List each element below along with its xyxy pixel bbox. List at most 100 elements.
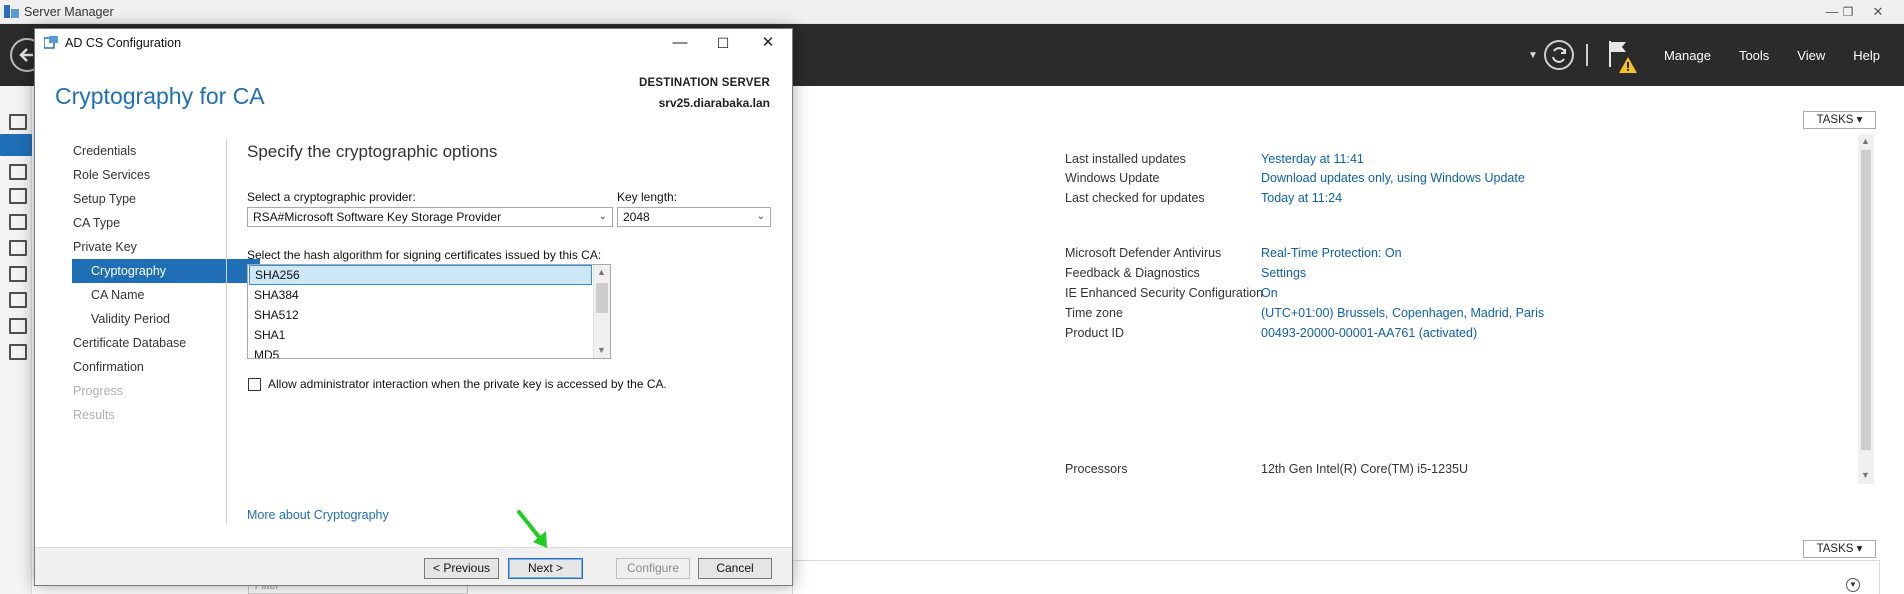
scroll-down-icon[interactable]: ▼: [597, 345, 606, 355]
scroll-up-icon[interactable]: ▲: [597, 267, 606, 277]
tasks-dropdown[interactable]: TASKS ▾: [1803, 111, 1876, 129]
ad-ds-icon[interactable]: [9, 214, 27, 230]
chevron-down-icon: ⌄: [756, 211, 765, 222]
prop-label: Processors: [1065, 462, 1128, 476]
server-manager-title: Server Manager: [24, 5, 114, 19]
prop-label: IE Enhanced Security Configuration: [1065, 286, 1264, 300]
provider-value: RSA#Microsoft Software Key Storage Provi…: [253, 210, 502, 224]
ad-cs-icon[interactable]: [9, 188, 27, 204]
prop-value-link[interactable]: (UTC+01:00) Brussels, Copenhagen, Madrid…: [1261, 306, 1544, 320]
previous-button[interactable]: < Previous: [424, 558, 499, 579]
list-item-sha256[interactable]: SHA256: [249, 265, 592, 285]
key-length-select[interactable]: 2048 ⌄: [617, 207, 771, 227]
nav-item-ca-type[interactable]: CA Type: [72, 211, 260, 235]
scroll-up-icon[interactable]: ▲: [1861, 136, 1870, 146]
nav-item-role-services[interactable]: Role Services: [72, 163, 260, 187]
menu-tools[interactable]: Tools: [1725, 48, 1783, 63]
wsus-icon[interactable]: [9, 318, 27, 334]
list-scrollbar[interactable]: ▲ ▼: [593, 265, 610, 358]
local-server-icon[interactable]: [0, 134, 32, 156]
cancel-button[interactable]: Cancel: [698, 558, 772, 579]
restore-icon[interactable]: ❐: [1838, 3, 1858, 21]
tasks-dropdown-2[interactable]: TASKS ▾: [1803, 540, 1876, 558]
nav-item-progress: Progress: [73, 384, 124, 398]
prop-value-link[interactable]: Real-Time Protection: On: [1261, 246, 1402, 260]
refresh-button[interactable]: [1543, 40, 1574, 70]
prop-label: Feedback & Diagnostics: [1065, 266, 1200, 280]
dialog-titlebar: AD CS Configuration — ☐ ✕: [35, 29, 792, 57]
prop-label: Windows Update: [1065, 171, 1160, 185]
properties-scrollbar[interactable]: ▲ ▼: [1858, 134, 1874, 484]
dialog-title: AD CS Configuration: [65, 36, 182, 50]
dns-icon[interactable]: [9, 240, 27, 256]
close-icon[interactable]: ✕: [758, 33, 778, 53]
prop-value-link[interactable]: Settings: [1261, 266, 1306, 280]
separator: [1585, 44, 1588, 66]
tasks-label: TASKS: [1816, 543, 1854, 555]
scrollbar-thumb[interactable]: [596, 283, 608, 313]
nav-item-setup-type[interactable]: Setup Type: [72, 187, 260, 211]
remote-access-icon[interactable]: [9, 344, 27, 360]
refresh-icon: [1551, 47, 1566, 63]
page-title: Cryptography for CA: [55, 83, 265, 109]
scrollbar-thumb[interactable]: [1861, 150, 1871, 450]
dashboard-icon[interactable]: [9, 114, 27, 130]
scroll-down-icon[interactable]: ▼: [1861, 470, 1870, 480]
list-item-sha1[interactable]: SHA1: [249, 325, 592, 345]
wizard-navigation: Credentials Role Services Setup Type CA …: [72, 139, 260, 427]
more-about-cryptography-link[interactable]: More about Cryptography: [247, 508, 389, 522]
hash-algorithm-label: Select the hash algorithm for signing ce…: [247, 248, 602, 262]
list-item-sha512[interactable]: SHA512: [249, 305, 592, 325]
prop-label: Microsoft Defender Antivirus: [1065, 246, 1222, 260]
chevron-down-icon: ⌄: [598, 211, 607, 222]
nav-item-ca-name[interactable]: CA Name: [72, 283, 260, 307]
close-icon[interactable]: ✕: [1868, 3, 1888, 21]
allow-admin-checkbox[interactable]: [248, 378, 261, 391]
chevron-down-icon[interactable]: ▼: [1524, 50, 1542, 61]
nav-item-credentials[interactable]: Credentials: [72, 139, 260, 163]
minimize-icon[interactable]: —: [670, 33, 690, 53]
nav-divider: [226, 139, 227, 524]
menu-manage[interactable]: Manage: [1650, 48, 1725, 63]
prop-label: Time zone: [1065, 306, 1123, 320]
nav-item-certificate-database[interactable]: Certificate Database: [72, 331, 260, 355]
events-panel: [792, 560, 1880, 594]
prop-value-link[interactable]: Yesterday at 11:41: [1261, 152, 1364, 166]
nav-item-validity-period[interactable]: Validity Period: [72, 307, 260, 331]
menu-view[interactable]: View: [1783, 48, 1839, 63]
nav-item-results: Results: [73, 408, 115, 422]
hash-algorithm-list[interactable]: SHA256 SHA384 SHA512 SHA1 MD5 ▲ ▼: [247, 264, 611, 359]
prop-label: Product ID: [1065, 326, 1125, 340]
destination-server-label: DESTINATION SERVER: [639, 77, 770, 89]
destination-server-name: srv25.diarabaka.lan: [658, 96, 770, 110]
nav-item-confirmation[interactable]: Confirmation: [72, 355, 260, 379]
expand-icon[interactable]: ▼: [1846, 578, 1860, 592]
nav-item-private-key[interactable]: Private Key: [72, 235, 260, 259]
prop-value-link[interactable]: Download updates only, using Windows Upd…: [1261, 171, 1525, 185]
ad-cs-configuration-dialog: AD CS Configuration — ☐ ✕ Cryptography f…: [34, 28, 793, 586]
all-servers-icon[interactable]: [9, 164, 27, 180]
file-services-icon[interactable]: [9, 266, 27, 282]
provider-label: Select a cryptographic provider:: [247, 190, 416, 204]
allow-admin-label[interactable]: Allow administrator interaction when the…: [268, 377, 667, 391]
dialog-footer: < Previous Next > Configure Cancel: [35, 547, 792, 585]
notifications-button[interactable]: [1602, 35, 1642, 75]
menu-help[interactable]: Help: [1839, 48, 1894, 63]
iis-icon[interactable]: [9, 292, 27, 308]
prop-value-link[interactable]: Today at 11:24: [1261, 191, 1342, 205]
next-button[interactable]: Next >: [508, 558, 583, 579]
content-title: Specify the cryptographic options: [247, 142, 498, 161]
key-length-value: 2048: [623, 210, 650, 224]
annotation-arrow-icon: [517, 510, 547, 548]
maximize-icon[interactable]: ☐: [713, 33, 733, 53]
list-item-sha384[interactable]: SHA384: [249, 285, 592, 305]
list-item-md5[interactable]: MD5: [249, 345, 592, 358]
prop-value-link[interactable]: On: [1261, 286, 1278, 300]
flag-warning-icon: [1608, 41, 1637, 73]
nav-item-cryptography[interactable]: Cryptography: [72, 259, 260, 283]
key-length-label: Key length:: [617, 190, 678, 204]
provider-select[interactable]: RSA#Microsoft Software Key Storage Provi…: [247, 207, 613, 227]
prop-value-link[interactable]: 00493-20000-00001-AA761 (activated): [1261, 326, 1477, 340]
server-manager-sidebar: [0, 86, 32, 594]
prop-value: 12th Gen Intel(R) Core(TM) i5-1235U: [1261, 462, 1469, 476]
